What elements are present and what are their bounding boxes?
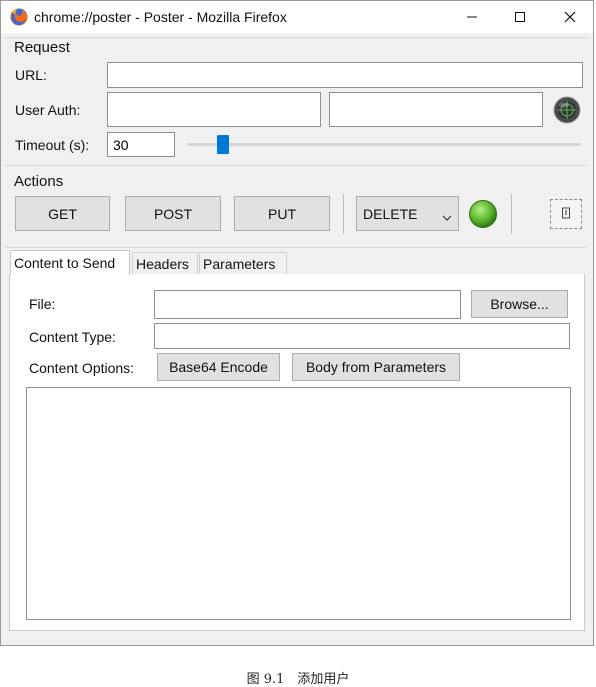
get-button[interactable]: GET [15, 196, 110, 231]
content-options-label: Content Options: [29, 360, 135, 376]
user-auth-username-input[interactable] [107, 92, 321, 127]
auth-status-icon[interactable] [553, 96, 581, 124]
post-button[interactable]: POST [125, 196, 221, 231]
content-type-label: Content Type: [29, 329, 116, 345]
method-select-value: DELETE [363, 205, 418, 222]
figure-caption: 图 9.1 添加用户 [246, 672, 350, 687]
actions-separator [343, 194, 344, 234]
firefox-icon [10, 8, 28, 26]
close-icon [564, 11, 576, 23]
settings-icon [559, 206, 573, 223]
status-light-icon [468, 199, 498, 229]
timeout-input[interactable] [107, 132, 175, 157]
timeout-label: Timeout (s): [15, 137, 90, 153]
actions-separator-2 [511, 194, 512, 234]
put-button[interactable]: PUT [234, 196, 330, 231]
body-textarea[interactable] [26, 387, 571, 620]
url-label: URL: [15, 67, 47, 83]
request-legend: Request [14, 39, 70, 56]
maximize-button[interactable] [497, 1, 543, 33]
method-select[interactable]: DELETE [356, 196, 459, 231]
user-auth-label: User Auth: [15, 102, 81, 118]
window-title: chrome://poster - Poster - Mozilla Firef… [34, 9, 287, 25]
timeout-slider-thumb[interactable] [217, 135, 229, 154]
tab-parameters[interactable]: Parameters [199, 252, 287, 274]
actions-legend: Actions [14, 173, 64, 190]
content-type-input[interactable] [154, 323, 570, 349]
tab-headers[interactable]: Headers [132, 252, 198, 274]
browse-button[interactable]: Browse... [471, 290, 568, 318]
timeout-slider-track[interactable] [187, 143, 581, 146]
minimize-icon [467, 16, 477, 18]
url-input[interactable] [107, 62, 583, 88]
save-settings-button[interactable] [550, 199, 582, 229]
minimize-button[interactable] [449, 1, 495, 33]
file-label: File: [29, 296, 56, 312]
maximize-icon [515, 12, 525, 22]
title-bar: chrome://poster - Poster - Mozilla Firef… [1, 1, 593, 33]
body-from-parameters-button[interactable]: Body from Parameters [292, 353, 460, 381]
base64-encode-button[interactable]: Base64 Encode [157, 353, 280, 381]
user-auth-password-input[interactable] [329, 92, 543, 127]
tab-content-to-send[interactable]: Content to Send [10, 250, 130, 275]
tabs-divider [5, 247, 587, 249]
chevron-down-icon [442, 209, 452, 225]
poster-window: chrome://poster - Poster - Mozilla Firef… [0, 0, 594, 646]
file-input[interactable] [154, 290, 461, 319]
close-button[interactable] [547, 1, 593, 33]
